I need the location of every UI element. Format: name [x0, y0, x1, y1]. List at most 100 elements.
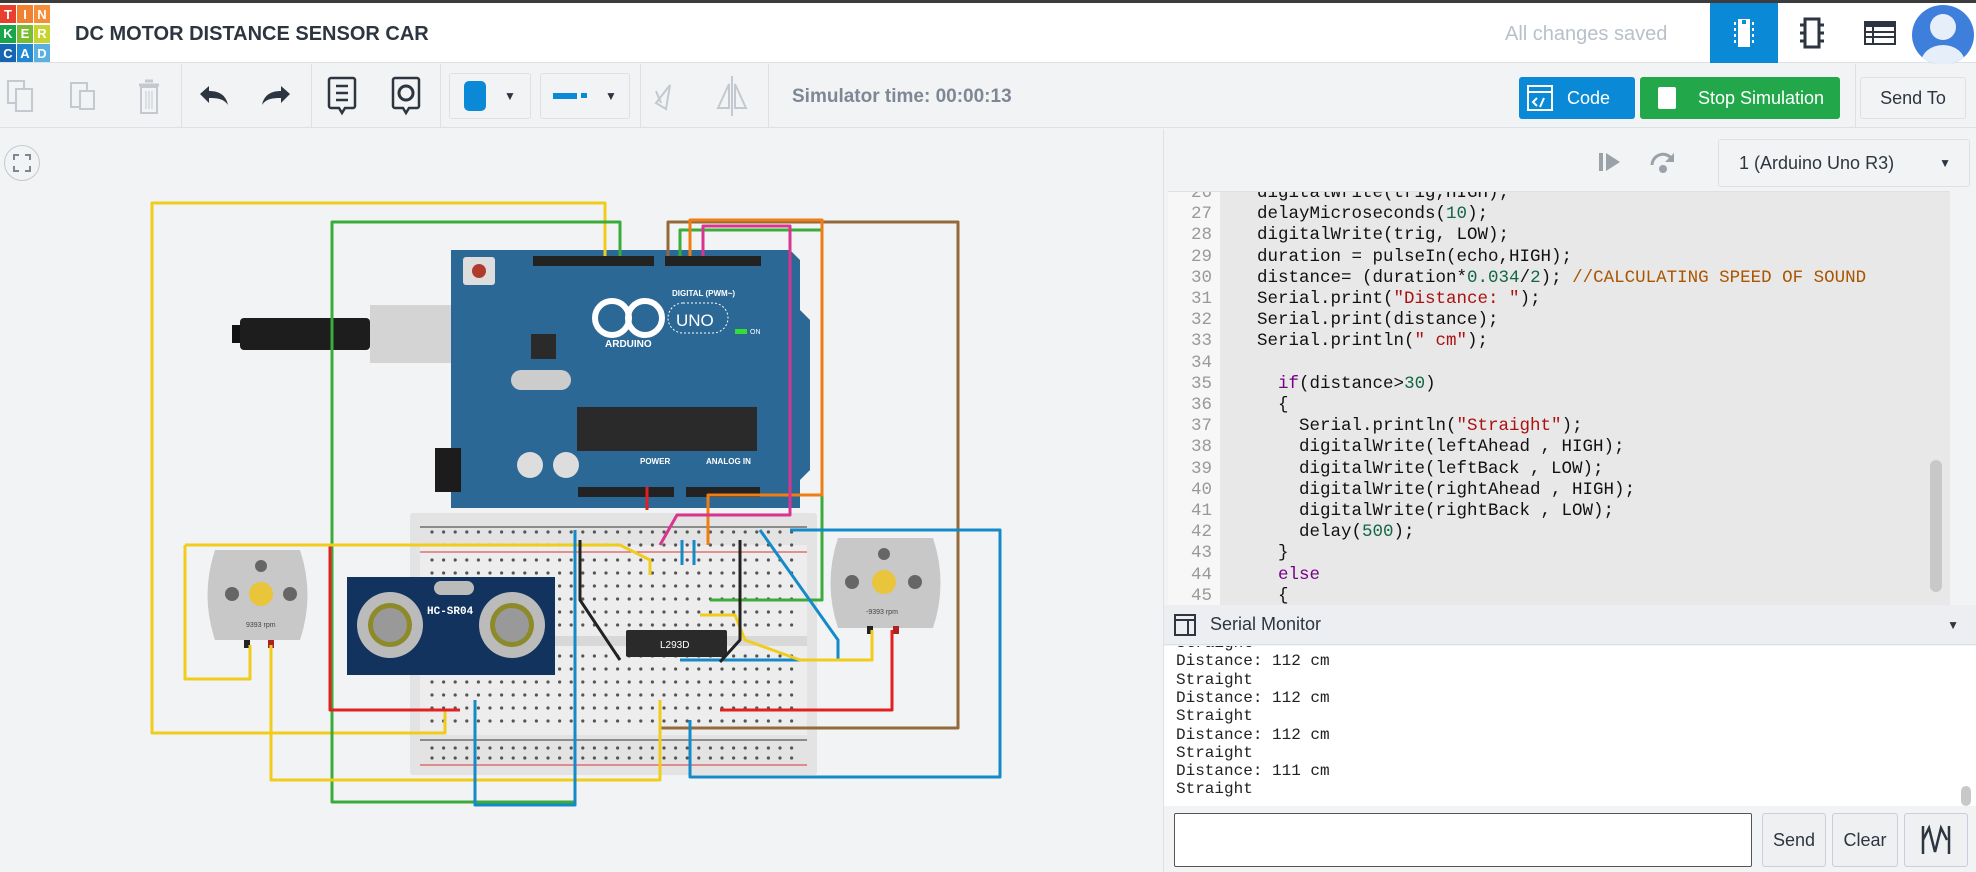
serial-clear-button[interactable]: Clear — [1832, 813, 1898, 867]
breadboard-hole[interactable] — [697, 530, 701, 534]
breadboard-hole[interactable] — [581, 654, 585, 658]
breadboard-hole[interactable] — [743, 558, 747, 562]
breadboard-hole[interactable] — [511, 693, 515, 697]
breadboard-hole[interactable] — [720, 756, 724, 760]
breadboard-hole[interactable] — [534, 680, 539, 684]
breadboard-hole[interactable] — [569, 746, 573, 750]
breadboard-hole[interactable] — [720, 610, 724, 614]
breadboard-hole[interactable] — [546, 719, 550, 723]
code-line[interactable]: 39 digitalWrite(leftBack , LOW); — [1168, 458, 1928, 480]
breadboard-hole[interactable] — [685, 543, 689, 547]
breadboard-hole[interactable] — [720, 584, 724, 588]
breadboard-hole[interactable] — [685, 571, 689, 575]
breadboard-hole[interactable] — [662, 623, 666, 627]
breadboard-hole[interactable] — [558, 597, 562, 601]
breadboard-hole[interactable] — [743, 746, 747, 750]
breadboard-hole[interactable] — [558, 756, 562, 760]
ultrasonic-sensor-hc-sr04[interactable]: HC-SR04 — [347, 577, 555, 675]
breadboard-hole[interactable] — [465, 693, 469, 697]
redo-button[interactable] — [258, 74, 294, 118]
breadboard-hole[interactable] — [674, 746, 678, 750]
breadboard-hole[interactable] — [708, 746, 713, 750]
breadboard-hole[interactable] — [674, 543, 678, 547]
breadboard-hole[interactable] — [569, 571, 573, 575]
chevron-down-icon[interactable]: ▼ — [1947, 618, 1959, 632]
breadboard-hole[interactable] — [500, 680, 504, 684]
breadboard-hole[interactable] — [627, 584, 631, 588]
breadboard-hole[interactable] — [662, 756, 666, 760]
breadboard-hole[interactable] — [488, 558, 492, 562]
paste-button[interactable] — [66, 74, 100, 118]
step-button[interactable] — [1598, 151, 1624, 178]
breadboard-hole[interactable] — [708, 693, 713, 697]
breadboard-hole[interactable] — [534, 693, 539, 697]
breadboard-hole[interactable] — [569, 623, 573, 627]
breadboard-hole[interactable] — [581, 623, 585, 627]
breadboard-hole[interactable] — [685, 667, 689, 671]
wire-type-dropdown[interactable]: ▼ — [540, 73, 630, 119]
breadboard-hole[interactable] — [755, 610, 759, 614]
breadboard-hole[interactable] — [616, 597, 620, 601]
breadboard-hole[interactable] — [720, 667, 724, 671]
breadboard-hole[interactable] — [534, 530, 539, 534]
breadboard-hole[interactable] — [465, 706, 469, 710]
breadboard-hole[interactable] — [604, 530, 608, 534]
code-line[interactable]: 35 if(distance>30) — [1168, 373, 1928, 395]
breadboard-hole[interactable] — [685, 706, 689, 710]
right-dc-motor[interactable]: -9393 rpm — [830, 538, 941, 634]
breadboard-hole[interactable] — [465, 746, 469, 750]
breadboard-hole[interactable] — [790, 584, 794, 588]
breadboard-hole[interactable] — [720, 543, 724, 547]
delete-button[interactable] — [132, 74, 166, 118]
breadboard-hole[interactable] — [766, 530, 771, 534]
breadboard-hole[interactable] — [627, 558, 631, 562]
breadboard-hole[interactable] — [685, 584, 689, 588]
breadboard-hole[interactable] — [430, 680, 434, 684]
breadboard-hole[interactable] — [708, 706, 713, 710]
breadboard-hole[interactable] — [523, 558, 527, 562]
breadboard-hole[interactable] — [500, 571, 504, 575]
breadboard-hole[interactable] — [534, 571, 539, 575]
breadboard-hole[interactable] — [639, 706, 643, 710]
breadboard-hole[interactable] — [732, 623, 736, 627]
breadboard-hole[interactable] — [500, 693, 504, 697]
breadboard-hole[interactable] — [616, 746, 620, 750]
breadboard-hole[interactable] — [616, 584, 620, 588]
breadboard-hole[interactable] — [708, 584, 713, 588]
breadboard-hole[interactable] — [511, 680, 515, 684]
breadboard-hole[interactable] — [720, 530, 724, 534]
breadboard-hole[interactable] — [569, 680, 573, 684]
breadboard-hole[interactable] — [558, 680, 562, 684]
breadboard-hole[interactable] — [616, 623, 620, 627]
breadboard-hole[interactable] — [430, 571, 434, 575]
breadboard-hole[interactable] — [708, 610, 713, 614]
code-line[interactable]: 32 Serial.print(distance); — [1168, 309, 1928, 331]
breadboard-hole[interactable] — [790, 667, 794, 671]
breadboard-hole[interactable] — [697, 693, 701, 697]
breadboard-hole[interactable] — [662, 597, 666, 601]
breadboard-hole[interactable] — [662, 680, 666, 684]
breadboard-hole[interactable] — [558, 746, 562, 750]
code-button[interactable]: Code — [1519, 77, 1635, 119]
breadboard-hole[interactable] — [442, 693, 446, 697]
breadboard-hole[interactable] — [650, 623, 655, 627]
breadboard-hole[interactable] — [685, 693, 689, 697]
breadboard-hole[interactable] — [732, 530, 736, 534]
breadboard-hole[interactable] — [546, 571, 550, 575]
breadboard-hole[interactable] — [558, 667, 562, 671]
breadboard-hole[interactable] — [697, 719, 701, 723]
breadboard-hole[interactable] — [650, 597, 655, 601]
breadboard-hole[interactable] — [755, 571, 759, 575]
breadboard-hole[interactable] — [488, 746, 492, 750]
left-dc-motor[interactable]: 9393 rpm — [207, 550, 308, 648]
breadboard-hole[interactable] — [442, 680, 446, 684]
breadboard-hole[interactable] — [766, 719, 771, 723]
breadboard-hole[interactable] — [685, 530, 689, 534]
breadboard-hole[interactable] — [766, 584, 771, 588]
breadboard-hole[interactable] — [453, 680, 457, 684]
breadboard-hole[interactable] — [523, 756, 527, 760]
breadboard-hole[interactable] — [790, 746, 794, 750]
breadboard-hole[interactable] — [685, 558, 689, 562]
breadboard-hole[interactable] — [790, 558, 794, 562]
breadboard-hole[interactable] — [674, 530, 678, 534]
